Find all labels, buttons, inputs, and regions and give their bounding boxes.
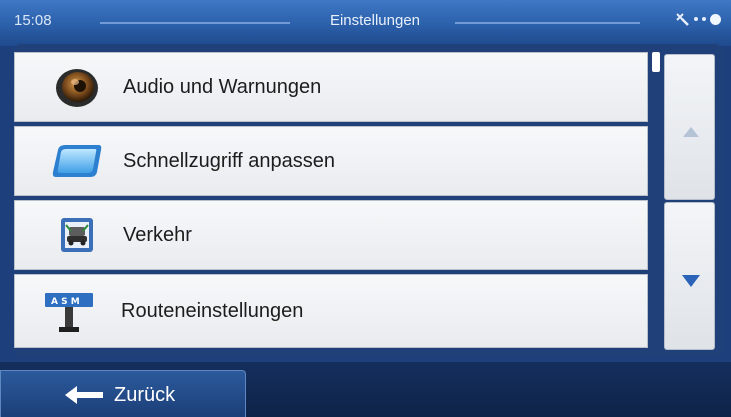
satellite-icon <box>676 13 689 26</box>
arrow-down-icon <box>682 275 700 287</box>
menu-item-label: Audio und Warnungen <box>123 75 322 98</box>
back-button[interactable]: Zurück <box>0 370 246 417</box>
status-time: 15:08 <box>14 12 52 29</box>
traffic-icon <box>49 212 105 258</box>
route-settings-icon: A S M <box>41 289 97 335</box>
status-bar: 15:08 Einstellungen <box>0 0 731 46</box>
signal-dot-icon <box>694 17 698 21</box>
status-divider-right <box>455 22 640 24</box>
menu-item-label: Verkehr <box>123 223 192 246</box>
menu-item-quick-access[interactable]: Schnellzugriff anpassen <box>14 126 648 196</box>
page-title: Einstellungen <box>329 12 421 29</box>
svg-text:A S M: A S M <box>51 297 80 307</box>
menu-item-audio-warnings[interactable]: Audio und Warnungen <box>14 52 648 122</box>
scroll-up-button[interactable] <box>664 54 715 200</box>
back-button-label: Zurück <box>114 384 176 406</box>
menu-item-label: Routeneinstellungen <box>121 299 304 322</box>
menu-item-label: Schnellzugriff anpassen <box>123 149 335 172</box>
menu-item-route-settings[interactable]: A S M Routeneinstellungen <box>14 274 648 348</box>
speaker-icon <box>49 64 105 110</box>
scroll-position-indicator <box>652 52 660 72</box>
status-divider-left <box>100 22 290 24</box>
menu-item-traffic[interactable]: Verkehr <box>14 200 648 270</box>
arrow-up-icon <box>683 127 699 137</box>
signal-dot-icon <box>702 17 706 21</box>
gps-status-icon <box>710 13 721 25</box>
scroll-down-button[interactable] <box>664 202 715 350</box>
quick-access-icon <box>49 138 105 184</box>
arrow-left-icon <box>65 386 103 404</box>
status-icons <box>674 11 721 27</box>
